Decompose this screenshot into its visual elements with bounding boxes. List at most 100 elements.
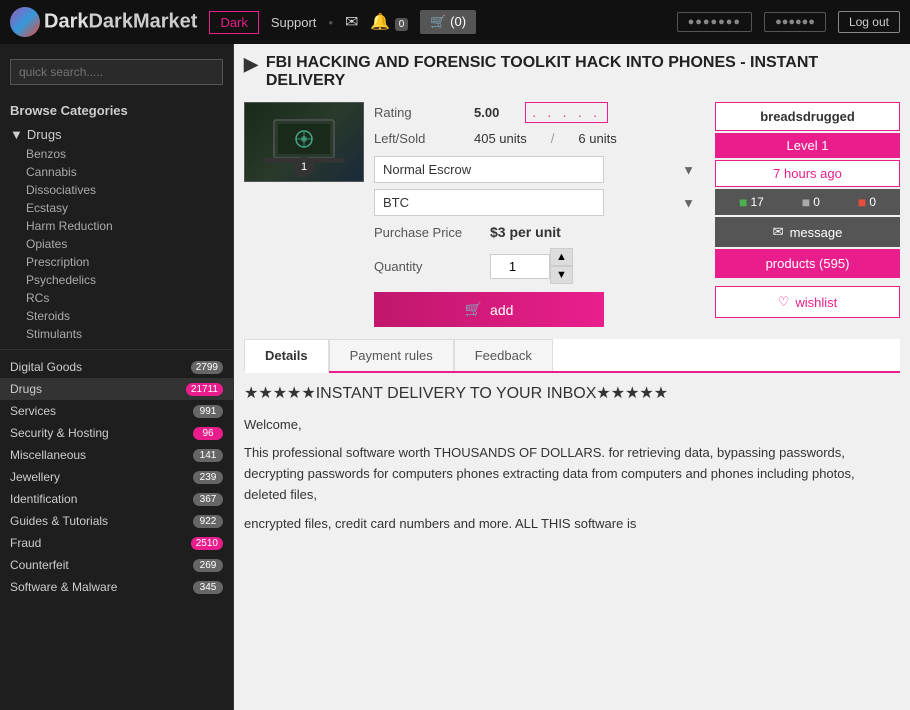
rating-row: Rating 5.00 . . . . .: [374, 102, 703, 123]
sidebar-item-fraud[interactable]: Fraud 2510: [0, 532, 233, 554]
neutral-count: 0: [813, 195, 820, 209]
dropdowns-area: Normal Escrow ▼ BTC ▼: [374, 156, 703, 216]
description-welcome: Welcome,: [244, 415, 900, 436]
messages-icon[interactable]: ✉: [345, 12, 358, 32]
stock-row: Left/Sold 405 units / 6 units: [374, 131, 703, 146]
cannabis-item[interactable]: Cannabis: [0, 163, 233, 181]
add-label: add: [490, 302, 513, 318]
nav-dot-1: •: [328, 15, 333, 30]
counterfeit-label: Counterfeit: [10, 558, 69, 572]
tab-payment[interactable]: Payment rules: [329, 339, 454, 371]
top-navigation: DarkDarkMarket Dark Support • ✉ 🔔 0 🛒 (0…: [0, 0, 910, 44]
rcs-item[interactable]: RCs: [0, 289, 233, 307]
guides-badge: 922: [193, 515, 223, 528]
opiates-item[interactable]: Opiates: [0, 235, 233, 253]
product-image: 1: [244, 102, 364, 182]
logo[interactable]: DarkDarkMarket: [10, 7, 197, 37]
crypto-select-wrapper: BTC ▼: [374, 189, 703, 216]
message-button[interactable]: ✉ message: [715, 217, 900, 247]
cart-button[interactable]: 🛒 (0): [420, 10, 476, 34]
identification-label: Identification: [10, 492, 77, 506]
product-number-badge: 1: [294, 157, 314, 177]
drugs-category[interactable]: ▼ Drugs: [0, 124, 233, 145]
left-sold-label: Left/Sold: [374, 131, 454, 146]
quantity-up-button[interactable]: ▲: [550, 248, 573, 266]
chevron-down-icon: ▼: [10, 127, 23, 142]
tab-feedback[interactable]: Feedback: [454, 339, 553, 371]
drugs-label: Drugs: [27, 127, 62, 142]
main-content: ▶ FBI HACKING AND FORENSIC TOOLKIT HACK …: [234, 44, 910, 710]
message-icon: ✉: [773, 224, 784, 240]
sidebar-item-services[interactable]: Services 991: [0, 400, 233, 422]
fraud-badge: 2510: [191, 537, 223, 550]
positive-icon: ■: [739, 194, 747, 210]
play-icon: ▶: [244, 54, 258, 75]
escrow-select-wrapper: Normal Escrow ▼: [374, 156, 703, 183]
digital-goods-badge: 2799: [191, 361, 223, 374]
tab-details[interactable]: Details: [244, 339, 329, 373]
product-main-area: 1 Rating 5.00 . . . . . Left/Sold 405 un…: [244, 102, 900, 327]
misc-label: Miscellaneous: [10, 448, 86, 462]
sidebar-item-counterfeit[interactable]: Counterfeit 269: [0, 554, 233, 576]
sidebar-item-software[interactable]: Software & Malware 345: [0, 576, 233, 598]
product-tabs: Details Payment rules Feedback: [244, 339, 900, 373]
search-input[interactable]: [10, 59, 223, 85]
dark-mode-button[interactable]: Dark: [209, 11, 258, 34]
fraud-label: Fraud: [10, 536, 41, 550]
quantity-stepper: ▲ ▼: [490, 248, 573, 284]
rating-label: Rating: [374, 105, 454, 120]
prescription-item[interactable]: Prescription: [0, 253, 233, 271]
wishlist-wrapper: ♡ wishlist: [715, 286, 900, 318]
notifications-badge: 0: [395, 18, 409, 31]
image-info-row: 1 Rating 5.00 . . . . . Left/Sold 405 un…: [244, 102, 703, 327]
sidebar-item-misc[interactable]: Miscellaneous 141: [0, 444, 233, 466]
sidebar-item-identification[interactable]: Identification 367: [0, 488, 233, 510]
jewellery-label: Jewellery: [10, 470, 60, 484]
sidebar-item-security[interactable]: Security & Hosting 96: [0, 422, 233, 444]
stimulants-item[interactable]: Stimulants: [0, 325, 233, 343]
price-row: Purchase Price $3 per unit: [374, 224, 703, 240]
sidebar-item-drugs[interactable]: Drugs 21711: [0, 378, 233, 400]
misc-badge: 141: [193, 449, 223, 462]
ecstasy-item[interactable]: Ecstasy: [0, 199, 233, 217]
support-link[interactable]: Support: [271, 15, 317, 30]
dissociatives-item[interactable]: Dissociatives: [0, 181, 233, 199]
identification-badge: 367: [193, 493, 223, 506]
wishlist-button[interactable]: ♡ wishlist: [715, 286, 900, 318]
sidebar-divider: [0, 349, 233, 350]
notifications-icon[interactable]: 🔔 0: [370, 12, 408, 32]
negative-stats: ■ 0: [858, 194, 876, 210]
price-value: $3 per unit: [490, 224, 561, 240]
quantity-label: Quantity: [374, 259, 474, 274]
sidebar-item-digital-goods[interactable]: Digital Goods 2799: [0, 356, 233, 378]
logout-button[interactable]: Log out: [838, 11, 900, 33]
harm-reduction-item[interactable]: Harm Reduction: [0, 217, 233, 235]
sidebar-item-jewellery[interactable]: Jewellery 239: [0, 466, 233, 488]
logo-icon: [10, 7, 40, 37]
services-label: Services: [10, 404, 56, 418]
products-button[interactable]: products (595): [715, 249, 900, 278]
profile-button[interactable]: ●●●●●●●: [677, 12, 753, 32]
guides-label: Guides & Tutorials: [10, 514, 108, 528]
wallet-button[interactable]: ●●●●●●: [764, 12, 826, 32]
quantity-input[interactable]: [490, 254, 550, 279]
psychedelics-item[interactable]: Psychedelics: [0, 271, 233, 289]
software-label: Software & Malware: [10, 580, 117, 594]
seller-level: Level 1: [715, 133, 900, 158]
steroids-item[interactable]: Steroids: [0, 307, 233, 325]
rating-number: 5.00: [474, 105, 499, 120]
counterfeit-badge: 269: [193, 559, 223, 572]
product-left-panel: 1 Rating 5.00 . . . . . Left/Sold 405 un…: [244, 102, 703, 327]
services-badge: 991: [193, 405, 223, 418]
sidebar-item-guides[interactable]: Guides & Tutorials 922: [0, 510, 233, 532]
quantity-down-button[interactable]: ▼: [550, 266, 573, 284]
add-to-cart-button[interactable]: 🛒 add: [374, 292, 604, 327]
rating-info-section: Rating 5.00 . . . . . Left/Sold 405 unit…: [374, 102, 703, 327]
crypto-select[interactable]: BTC: [374, 189, 604, 216]
benzos-item[interactable]: Benzos: [0, 145, 233, 163]
positive-stats: ■ 17: [739, 194, 764, 210]
seller-name[interactable]: breadsdrugged: [715, 102, 900, 131]
page-layout: Browse Categories ▼ Drugs Benzos Cannabi…: [0, 44, 910, 710]
wishlist-icon: ♡: [778, 294, 790, 310]
escrow-select[interactable]: Normal Escrow: [374, 156, 604, 183]
